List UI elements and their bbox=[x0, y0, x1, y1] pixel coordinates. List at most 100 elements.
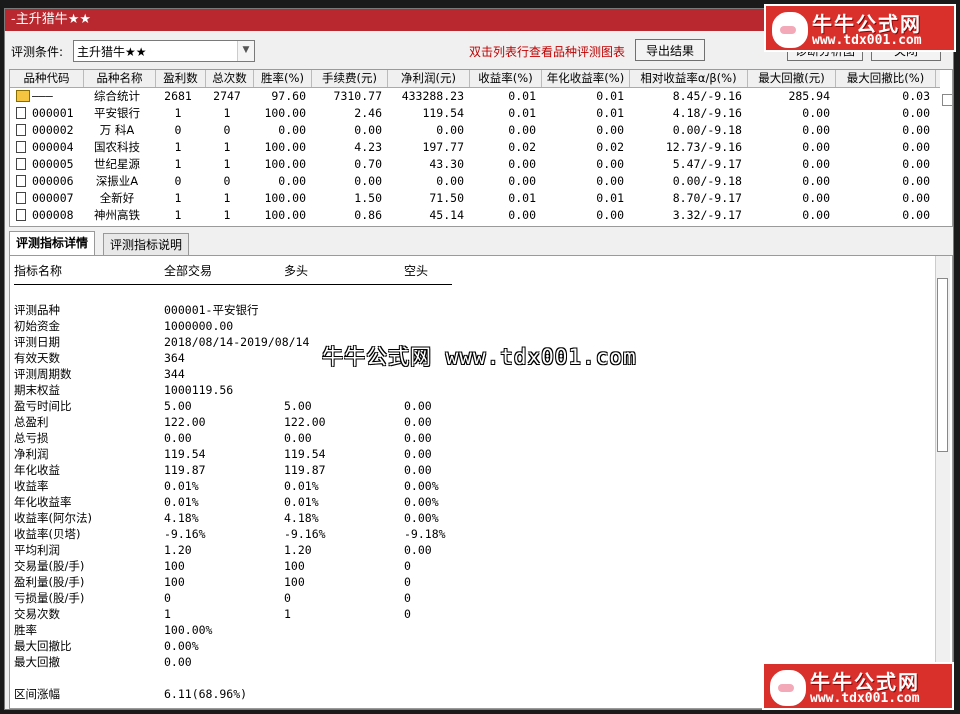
condition-value: 主升猎牛★★ bbox=[77, 45, 147, 59]
table-row[interactable]: ——— 综合统计 2681 2747 97.60 7310.77 433288.23 0.01… bbox=[10, 88, 940, 105]
metric-value: -9.18% bbox=[404, 527, 446, 541]
table-cell-code: 000006 bbox=[32, 174, 74, 188]
hint-text: 双击列表行查看品种评测图表 bbox=[469, 45, 626, 59]
table-row[interactable]: 000001 平安银行 1 1 100.00 2.46 119.54 0.01 0.01 4.18… bbox=[10, 105, 940, 122]
metric-value: 344 bbox=[164, 367, 185, 381]
table-cell-code: 000005 bbox=[32, 157, 74, 171]
table-cell-code: ——— bbox=[32, 89, 53, 103]
table-cell-ret: 0.00 bbox=[508, 174, 536, 188]
metric-name: 年化收益率 bbox=[14, 495, 72, 509]
export-button[interactable]: 导出结果 bbox=[635, 39, 705, 61]
table-cell-dd: 0.00 bbox=[802, 157, 830, 171]
table-cell-win: 100.00 bbox=[264, 208, 306, 222]
column-header[interactable]: 手续费(元) bbox=[312, 70, 388, 87]
document-icon bbox=[16, 192, 26, 204]
metric-value: 1 bbox=[284, 607, 291, 621]
condition-select[interactable]: 主升猎牛★★ ▼ bbox=[73, 40, 255, 62]
table-cell-name: 全新好 bbox=[99, 191, 135, 205]
metric-value: 364 bbox=[164, 351, 185, 365]
tab-detail[interactable]: 评测指标详情 bbox=[9, 231, 96, 255]
column-header[interactable]: 相对收益率α/β(%) bbox=[630, 70, 748, 87]
table-cell-profit: 2681 bbox=[164, 89, 192, 103]
table-cell-rel: 4.18/-9.16 bbox=[672, 106, 742, 120]
metric-value: 5.00 bbox=[164, 399, 192, 413]
cow-icon bbox=[768, 668, 808, 708]
table-cell-net: 119.54 bbox=[422, 106, 464, 120]
metric-value: 6.11(68.96%) bbox=[164, 687, 248, 701]
metric-value: 100 bbox=[284, 559, 305, 573]
metric-value: 0.01% bbox=[164, 495, 199, 509]
table-cell-win: 100.00 bbox=[264, 140, 306, 154]
metric-value: 0 bbox=[164, 591, 171, 605]
table-row[interactable]: 000002 万 科A 0 0 0.00 0.00 0.00 0.00 0.00 0.00/-9.… bbox=[10, 122, 940, 139]
table-cell-fee: 1.50 bbox=[354, 191, 382, 205]
table-cell-fee: 0.70 bbox=[354, 157, 382, 171]
table-cell-fee: 2.46 bbox=[354, 106, 382, 120]
table-cell-code: 000002 bbox=[32, 123, 74, 137]
table-cell-annual: 0.02 bbox=[596, 140, 624, 154]
summary-icon bbox=[16, 90, 30, 102]
table-row[interactable]: 000004 国农科技 1 1 100.00 4.23 197.77 0.02 0.02 12.7… bbox=[10, 139, 940, 156]
column-header[interactable]: 胜率(%) bbox=[254, 70, 312, 87]
metric-name: 胜率 bbox=[14, 623, 37, 637]
tab-description[interactable]: 评测指标说明 bbox=[103, 233, 190, 255]
table-cell-name: 世纪星源 bbox=[94, 157, 140, 171]
detail-row: 交易量(股/手) 100 100 0 bbox=[10, 558, 910, 574]
metric-name: 初始资金 bbox=[14, 319, 60, 333]
detail-column-header: 空头 bbox=[404, 264, 429, 278]
column-header[interactable]: 总次数 bbox=[206, 70, 254, 87]
metric-value: 5.00 bbox=[284, 399, 312, 413]
metric-name: 年化收益 bbox=[14, 463, 60, 477]
column-header[interactable]: 收益率(%) bbox=[470, 70, 542, 87]
table-cell-win: 97.60 bbox=[271, 89, 306, 103]
column-header[interactable]: 净利润(元) bbox=[388, 70, 470, 87]
metric-name: 评测品种 bbox=[14, 303, 60, 317]
table-cell-profit: 0 bbox=[174, 174, 182, 188]
table-row[interactable]: 000007 全新好 1 1 100.00 1.50 71.50 0.01 0.01 8.70/-… bbox=[10, 190, 940, 207]
detail-row: 最大回撤比 0.00% bbox=[10, 638, 910, 654]
column-header[interactable]: 盈利数 bbox=[156, 70, 206, 87]
metric-value: 0.01% bbox=[284, 479, 319, 493]
table-cell-code: 000007 bbox=[32, 191, 74, 205]
scrollbar[interactable] bbox=[935, 256, 950, 706]
chevron-down-icon[interactable]: ▼ bbox=[237, 41, 254, 61]
column-header[interactable]: 品种名称 bbox=[84, 70, 156, 87]
metric-name: 区间涨幅 bbox=[14, 687, 60, 701]
table-cell-profit: 1 bbox=[174, 140, 182, 154]
metric-value: 0.00 bbox=[404, 431, 432, 445]
column-header[interactable]: 年化收益率(%) bbox=[542, 70, 630, 87]
table-cell-ddr: 0.00 bbox=[902, 106, 930, 120]
document-icon bbox=[16, 107, 26, 119]
result-table[interactable]: 品种代码 品种名称 盈利数 总次数 胜率(%) 手续费(元) 净利润(元) 收益率(%) 年化收… bbox=[9, 69, 953, 227]
table-row[interactable]: 000008 神州高铁 1 1 100.00 0.86 45.14 0.00 0.00 3.32/… bbox=[10, 207, 940, 224]
detail-row: 胜率 100.00% bbox=[10, 622, 910, 638]
detail-row: 盈利量(股/手) 100 100 0 bbox=[10, 574, 910, 590]
metric-value: 0 bbox=[404, 607, 411, 621]
table-row[interactable]: 000006 深振业A 0 0 0.00 0.00 0.00 0.00 0.00 0.00/-9.… bbox=[10, 173, 940, 190]
detail-row: 年化收益 119.87 119.87 0.00 bbox=[10, 462, 910, 478]
detail-row: 期末权益 1000119.56 bbox=[10, 382, 910, 398]
table-cell-fee: 0.00 bbox=[354, 123, 382, 137]
detail-row: 盈亏时间比 5.00 5.00 0.00 bbox=[10, 398, 910, 414]
table-cell-annual: 0.01 bbox=[596, 89, 624, 103]
column-header[interactable]: 品种代码 bbox=[10, 70, 84, 87]
metric-name: 交易量(股/手) bbox=[14, 559, 85, 573]
logo-url: www.tdx001.com bbox=[812, 33, 922, 48]
column-header[interactable]: 最大回撤(元) bbox=[748, 70, 836, 87]
table-cell-annual: 0.00 bbox=[596, 174, 624, 188]
watermark-text: 牛牛公式网 www.tdx001.com bbox=[322, 345, 637, 369]
metric-value: 0.00 bbox=[404, 543, 432, 557]
document-icon bbox=[16, 158, 26, 170]
metric-value: 0.01% bbox=[164, 479, 199, 493]
scrollbar-thumb[interactable] bbox=[937, 278, 948, 452]
column-header[interactable]: 最大回撤比(%) bbox=[836, 70, 936, 87]
metric-value: 0.00 bbox=[404, 447, 432, 461]
table-cell-net: 197.77 bbox=[422, 140, 464, 154]
table-row[interactable]: 000005 世纪星源 1 1 100.00 0.70 43.30 0.00 0.00 5.47/… bbox=[10, 156, 940, 173]
scrollbar[interactable] bbox=[942, 94, 952, 106]
table-cell-ddr: 0.03 bbox=[902, 89, 930, 103]
metric-value: 119.54 bbox=[284, 447, 326, 461]
table-cell-ddr: 0.00 bbox=[902, 174, 930, 188]
detail-row: 亏损量(股/手) 0 0 0 bbox=[10, 590, 910, 606]
table-cell-name: 万 科A bbox=[99, 123, 135, 137]
